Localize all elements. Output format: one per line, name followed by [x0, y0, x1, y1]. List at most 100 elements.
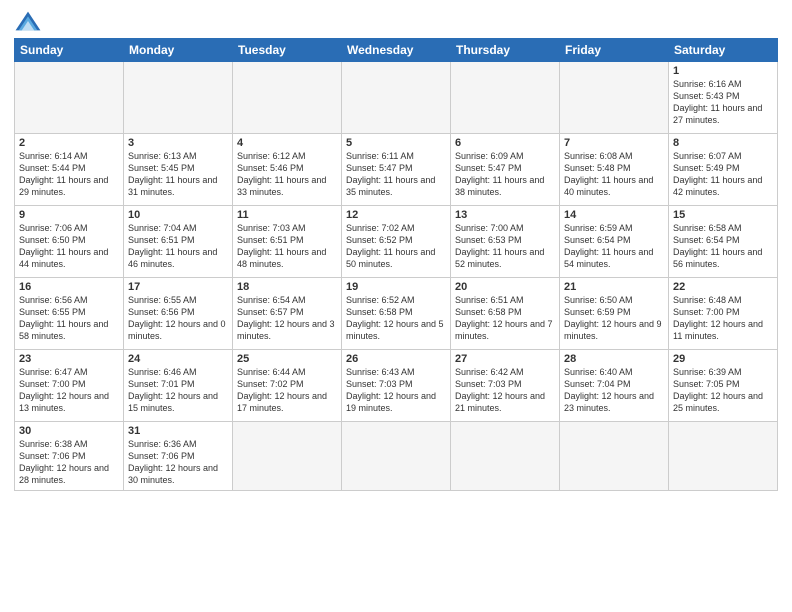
- calendar-cell: [669, 422, 778, 491]
- day-info: Sunrise: 6:08 AM Sunset: 5:48 PM Dayligh…: [564, 150, 664, 199]
- calendar-cell: 11Sunrise: 7:03 AM Sunset: 6:51 PM Dayli…: [233, 206, 342, 278]
- day-info: Sunrise: 6:52 AM Sunset: 6:58 PM Dayligh…: [346, 294, 446, 343]
- day-number: 31: [128, 425, 228, 437]
- day-number: 14: [564, 209, 664, 221]
- day-info: Sunrise: 6:48 AM Sunset: 7:00 PM Dayligh…: [673, 294, 773, 343]
- calendar-cell: 19Sunrise: 6:52 AM Sunset: 6:58 PM Dayli…: [342, 278, 451, 350]
- week-row-3: 16Sunrise: 6:56 AM Sunset: 6:55 PM Dayli…: [15, 278, 778, 350]
- day-number: 6: [455, 137, 555, 149]
- day-info: Sunrise: 6:13 AM Sunset: 5:45 PM Dayligh…: [128, 150, 228, 199]
- calendar-cell: 24Sunrise: 6:46 AM Sunset: 7:01 PM Dayli…: [124, 350, 233, 422]
- calendar-cell: 1Sunrise: 6:16 AM Sunset: 5:43 PM Daylig…: [669, 62, 778, 134]
- calendar-cell: 15Sunrise: 6:58 AM Sunset: 6:54 PM Dayli…: [669, 206, 778, 278]
- calendar-cell: 7Sunrise: 6:08 AM Sunset: 5:48 PM Daylig…: [560, 134, 669, 206]
- week-row-1: 2Sunrise: 6:14 AM Sunset: 5:44 PM Daylig…: [15, 134, 778, 206]
- calendar-cell: 13Sunrise: 7:00 AM Sunset: 6:53 PM Dayli…: [451, 206, 560, 278]
- day-number: 24: [128, 353, 228, 365]
- day-number: 18: [237, 281, 337, 293]
- calendar-cell: [560, 62, 669, 134]
- week-row-5: 30Sunrise: 6:38 AM Sunset: 7:06 PM Dayli…: [15, 422, 778, 491]
- calendar-cell: 30Sunrise: 6:38 AM Sunset: 7:06 PM Dayli…: [15, 422, 124, 491]
- day-number: 16: [19, 281, 119, 293]
- day-number: 15: [673, 209, 773, 221]
- calendar-cell: 28Sunrise: 6:40 AM Sunset: 7:04 PM Dayli…: [560, 350, 669, 422]
- calendar-cell: 14Sunrise: 6:59 AM Sunset: 6:54 PM Dayli…: [560, 206, 669, 278]
- calendar-cell: 18Sunrise: 6:54 AM Sunset: 6:57 PM Dayli…: [233, 278, 342, 350]
- day-number: 12: [346, 209, 446, 221]
- day-info: Sunrise: 6:36 AM Sunset: 7:06 PM Dayligh…: [128, 438, 228, 487]
- calendar-cell: 16Sunrise: 6:56 AM Sunset: 6:55 PM Dayli…: [15, 278, 124, 350]
- day-info: Sunrise: 7:00 AM Sunset: 6:53 PM Dayligh…: [455, 222, 555, 271]
- calendar-cell: 23Sunrise: 6:47 AM Sunset: 7:00 PM Dayli…: [15, 350, 124, 422]
- weekday-header-wednesday: Wednesday: [342, 39, 451, 62]
- day-info: Sunrise: 6:55 AM Sunset: 6:56 PM Dayligh…: [128, 294, 228, 343]
- day-info: Sunrise: 6:56 AM Sunset: 6:55 PM Dayligh…: [19, 294, 119, 343]
- day-info: Sunrise: 6:38 AM Sunset: 7:06 PM Dayligh…: [19, 438, 119, 487]
- calendar: SundayMondayTuesdayWednesdayThursdayFrid…: [14, 38, 778, 491]
- calendar-cell: 22Sunrise: 6:48 AM Sunset: 7:00 PM Dayli…: [669, 278, 778, 350]
- day-info: Sunrise: 6:09 AM Sunset: 5:47 PM Dayligh…: [455, 150, 555, 199]
- calendar-cell: 17Sunrise: 6:55 AM Sunset: 6:56 PM Dayli…: [124, 278, 233, 350]
- calendar-cell: 6Sunrise: 6:09 AM Sunset: 5:47 PM Daylig…: [451, 134, 560, 206]
- weekday-header-sunday: Sunday: [15, 39, 124, 62]
- day-number: 25: [237, 353, 337, 365]
- day-number: 22: [673, 281, 773, 293]
- day-number: 21: [564, 281, 664, 293]
- day-info: Sunrise: 6:58 AM Sunset: 6:54 PM Dayligh…: [673, 222, 773, 271]
- day-number: 27: [455, 353, 555, 365]
- day-info: Sunrise: 7:06 AM Sunset: 6:50 PM Dayligh…: [19, 222, 119, 271]
- day-number: 5: [346, 137, 446, 149]
- calendar-cell: [451, 62, 560, 134]
- day-number: 8: [673, 137, 773, 149]
- day-number: 28: [564, 353, 664, 365]
- day-number: 2: [19, 137, 119, 149]
- weekday-header-friday: Friday: [560, 39, 669, 62]
- day-info: Sunrise: 7:02 AM Sunset: 6:52 PM Dayligh…: [346, 222, 446, 271]
- calendar-cell: 12Sunrise: 7:02 AM Sunset: 6:52 PM Dayli…: [342, 206, 451, 278]
- calendar-cell: 27Sunrise: 6:42 AM Sunset: 7:03 PM Dayli…: [451, 350, 560, 422]
- logo-area: [14, 10, 44, 32]
- calendar-cell: 20Sunrise: 6:51 AM Sunset: 6:58 PM Dayli…: [451, 278, 560, 350]
- day-info: Sunrise: 7:03 AM Sunset: 6:51 PM Dayligh…: [237, 222, 337, 271]
- day-number: 7: [564, 137, 664, 149]
- calendar-cell: [15, 62, 124, 134]
- calendar-cell: [124, 62, 233, 134]
- day-number: 3: [128, 137, 228, 149]
- calendar-cell: 26Sunrise: 6:43 AM Sunset: 7:03 PM Dayli…: [342, 350, 451, 422]
- day-number: 4: [237, 137, 337, 149]
- calendar-cell: 8Sunrise: 6:07 AM Sunset: 5:49 PM Daylig…: [669, 134, 778, 206]
- day-info: Sunrise: 6:47 AM Sunset: 7:00 PM Dayligh…: [19, 366, 119, 415]
- day-info: Sunrise: 6:42 AM Sunset: 7:03 PM Dayligh…: [455, 366, 555, 415]
- calendar-cell: 31Sunrise: 6:36 AM Sunset: 7:06 PM Dayli…: [124, 422, 233, 491]
- day-number: 19: [346, 281, 446, 293]
- weekday-header-tuesday: Tuesday: [233, 39, 342, 62]
- day-info: Sunrise: 6:12 AM Sunset: 5:46 PM Dayligh…: [237, 150, 337, 199]
- day-info: Sunrise: 6:43 AM Sunset: 7:03 PM Dayligh…: [346, 366, 446, 415]
- calendar-cell: 9Sunrise: 7:06 AM Sunset: 6:50 PM Daylig…: [15, 206, 124, 278]
- calendar-cell: [451, 422, 560, 491]
- week-row-2: 9Sunrise: 7:06 AM Sunset: 6:50 PM Daylig…: [15, 206, 778, 278]
- day-number: 30: [19, 425, 119, 437]
- day-info: Sunrise: 6:54 AM Sunset: 6:57 PM Dayligh…: [237, 294, 337, 343]
- header: [14, 10, 778, 32]
- day-number: 20: [455, 281, 555, 293]
- weekday-header-thursday: Thursday: [451, 39, 560, 62]
- day-info: Sunrise: 6:16 AM Sunset: 5:43 PM Dayligh…: [673, 78, 773, 127]
- day-info: Sunrise: 6:39 AM Sunset: 7:05 PM Dayligh…: [673, 366, 773, 415]
- day-number: 26: [346, 353, 446, 365]
- calendar-cell: [342, 422, 451, 491]
- day-info: Sunrise: 7:04 AM Sunset: 6:51 PM Dayligh…: [128, 222, 228, 271]
- logo-icon: [14, 10, 42, 32]
- day-info: Sunrise: 6:07 AM Sunset: 5:49 PM Dayligh…: [673, 150, 773, 199]
- calendar-cell: 25Sunrise: 6:44 AM Sunset: 7:02 PM Dayli…: [233, 350, 342, 422]
- week-row-4: 23Sunrise: 6:47 AM Sunset: 7:00 PM Dayli…: [15, 350, 778, 422]
- day-number: 11: [237, 209, 337, 221]
- calendar-cell: 4Sunrise: 6:12 AM Sunset: 5:46 PM Daylig…: [233, 134, 342, 206]
- day-info: Sunrise: 6:40 AM Sunset: 7:04 PM Dayligh…: [564, 366, 664, 415]
- day-info: Sunrise: 6:14 AM Sunset: 5:44 PM Dayligh…: [19, 150, 119, 199]
- day-info: Sunrise: 6:11 AM Sunset: 5:47 PM Dayligh…: [346, 150, 446, 199]
- day-number: 17: [128, 281, 228, 293]
- logo: [14, 10, 44, 32]
- day-number: 29: [673, 353, 773, 365]
- calendar-cell: 29Sunrise: 6:39 AM Sunset: 7:05 PM Dayli…: [669, 350, 778, 422]
